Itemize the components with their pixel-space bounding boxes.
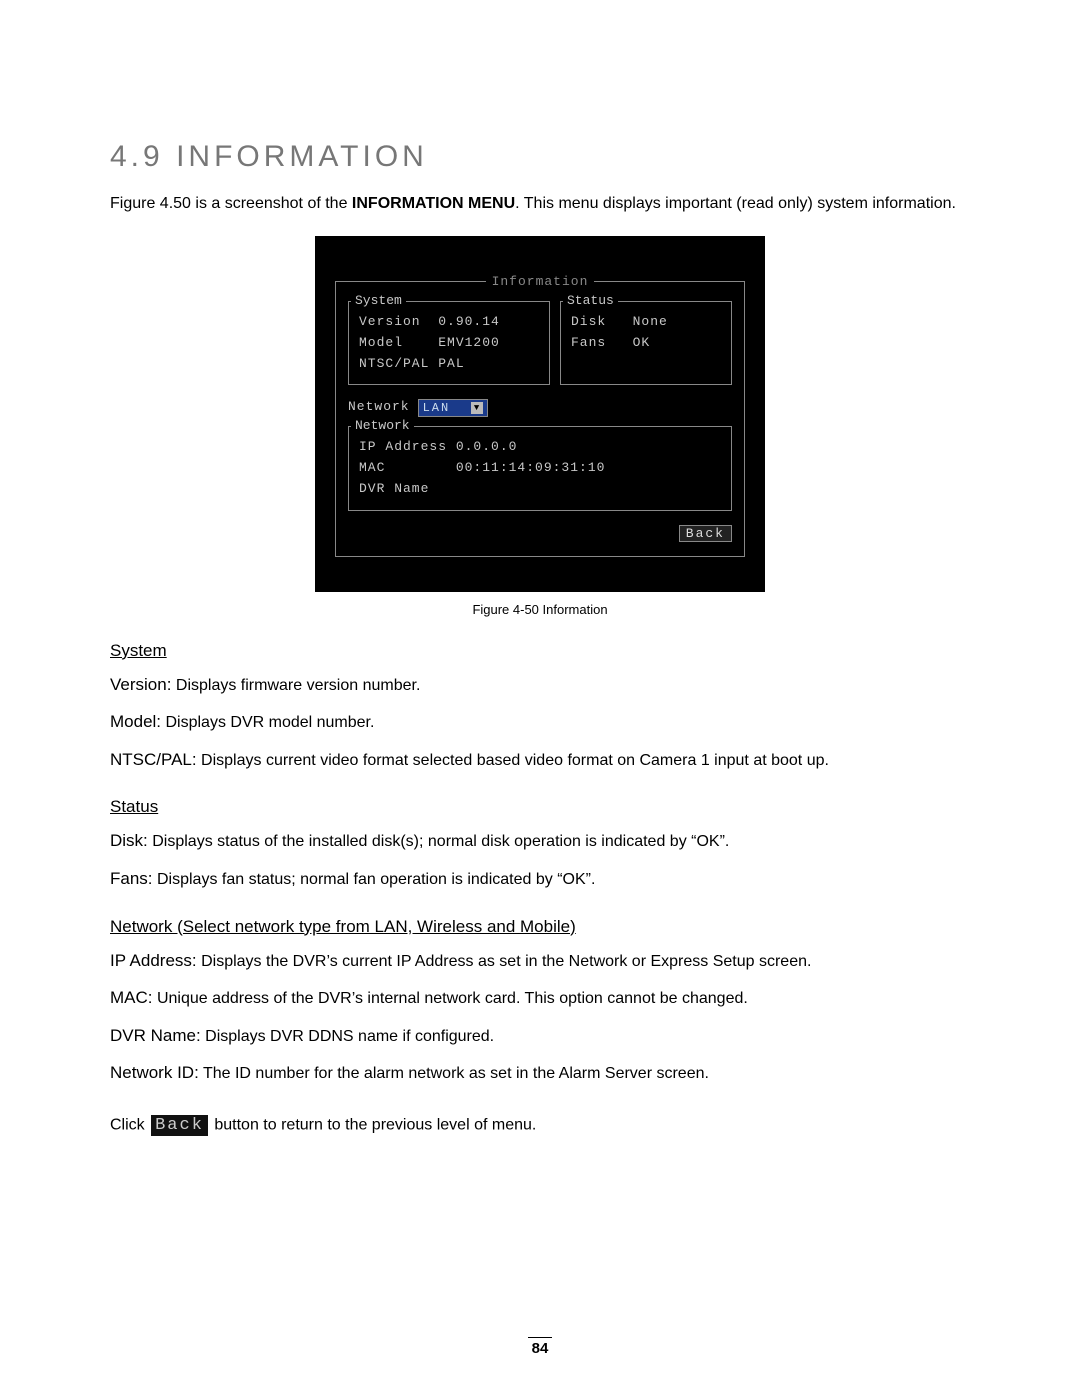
- system-legend: System: [351, 293, 406, 308]
- status-values: Disk None Fans OK: [571, 312, 721, 354]
- system-subhead: System: [110, 641, 970, 661]
- network-fieldset: Network IP Address 0.0.0.0 MAC 00:11:14:…: [348, 426, 732, 510]
- click-back-line: Click Back button to return to the previ…: [110, 1115, 970, 1136]
- def-dvrname: DVR Name: Displays DVR DDNS name if conf…: [110, 1022, 970, 1050]
- status-subhead: Status: [110, 797, 970, 817]
- intro-paragraph: Figure 4.50 is a screenshot of the INFOR…: [110, 192, 970, 216]
- information-screenshot: Information System Version 0.90.14 Model…: [315, 236, 765, 592]
- def-ntscpal: NTSC/PAL: Displays current video format …: [110, 746, 970, 774]
- section-heading: 4.9 INFORMATION: [110, 140, 970, 174]
- network-dropdown[interactable]: LAN ▼: [418, 399, 488, 417]
- def-version: Version: Displays firmware version numbe…: [110, 671, 970, 699]
- section-number: 4.9: [110, 140, 164, 173]
- figure-caption: Figure 4-50 Information: [110, 602, 970, 617]
- def-networkid: Network ID: The ID number for the alarm …: [110, 1059, 970, 1087]
- intro-bold: INFORMATION MENU: [352, 195, 515, 212]
- chevron-down-icon: ▼: [471, 402, 483, 414]
- def-ipaddress: IP Address: Displays the DVR’s current I…: [110, 947, 970, 975]
- back-button[interactable]: Back: [679, 525, 732, 542]
- def-model: Model: Displays DVR model number.: [110, 708, 970, 736]
- inline-back-button: Back: [151, 1115, 208, 1136]
- intro-suffix: . This menu displays important (read onl…: [515, 195, 956, 212]
- system-values: Version 0.90.14 Model EMV1200 NTSC/PAL P…: [359, 312, 539, 374]
- screenshot-title: Information: [486, 274, 595, 289]
- def-fans: Fans: Displays fan status; normal fan op…: [110, 865, 970, 893]
- page-number: 84: [0, 1337, 1080, 1357]
- def-disk: Disk: Displays status of the installed d…: [110, 827, 970, 855]
- intro-prefix: Figure 4.50 is a screenshot of the: [110, 195, 352, 212]
- click-prefix: Click: [110, 1117, 149, 1134]
- click-suffix: button to return to the previous level o…: [210, 1117, 536, 1134]
- def-mac: MAC: Unique address of the DVR’s interna…: [110, 984, 970, 1012]
- network-legend: Network: [351, 418, 414, 433]
- network-values: IP Address 0.0.0.0 MAC 00:11:14:09:31:10…: [359, 437, 721, 499]
- section-title-text: INFORMATION: [176, 140, 428, 173]
- network-label: Network: [348, 397, 410, 418]
- status-legend: Status: [563, 293, 618, 308]
- network-dropdown-value: LAN: [423, 401, 471, 415]
- status-fieldset: Status Disk None Fans OK: [560, 301, 732, 385]
- network-subhead: Network (Select network type from LAN, W…: [110, 917, 970, 937]
- system-fieldset: System Version 0.90.14 Model EMV1200 NTS…: [348, 301, 550, 385]
